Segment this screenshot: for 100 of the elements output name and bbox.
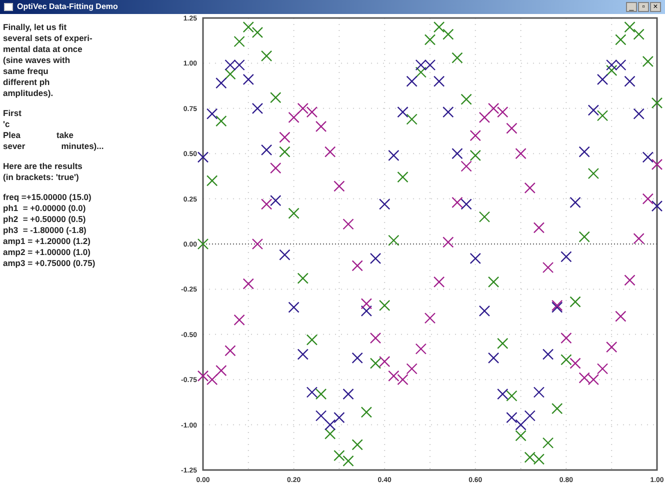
data-point-marker <box>542 437 554 448</box>
data-point-marker <box>542 262 554 273</box>
data-point-marker <box>370 358 381 369</box>
data-point-marker <box>624 274 636 286</box>
data-point-marker <box>552 403 563 414</box>
text-line: ph1 = +0.00000 (0.0) <box>3 203 86 214</box>
data-point-marker <box>479 211 490 222</box>
app-icon <box>4 3 13 11</box>
data-point-marker <box>570 197 581 208</box>
data-point-marker <box>361 305 372 316</box>
data-point-marker <box>370 332 381 344</box>
data-point-marker <box>416 66 426 78</box>
data-point-marker <box>352 260 363 272</box>
text-line: ph3 = -1.80000 (-1.8) <box>3 225 86 236</box>
data-point-marker <box>506 122 518 134</box>
data-point-marker <box>652 200 662 212</box>
data-point-marker <box>279 249 290 260</box>
data-point-marker <box>198 238 208 250</box>
text-line: sever <box>3 141 26 152</box>
data-point-marker <box>234 36 245 47</box>
data-point-marker <box>524 182 536 194</box>
data-point-marker <box>488 276 499 288</box>
data-point-marker <box>606 60 618 70</box>
data-point-marker <box>242 74 254 85</box>
data-point-marker <box>306 334 318 346</box>
data-point-marker <box>434 276 444 288</box>
data-point-marker <box>234 314 245 326</box>
data-point-marker <box>534 454 544 465</box>
data-point-marker <box>342 456 354 466</box>
data-point-marker <box>615 60 626 70</box>
data-point-marker <box>452 197 463 208</box>
data-point-marker <box>406 114 418 125</box>
data-point-marker <box>206 175 218 186</box>
data-point-marker <box>361 298 372 310</box>
text-line: ph2 = +0.50000 (0.5) <box>3 214 86 225</box>
window-control-button[interactable]: × <box>650 2 661 12</box>
data-point-marker <box>479 112 490 123</box>
data-point-marker <box>652 98 662 108</box>
data-point-marker <box>270 92 282 103</box>
data-point-marker <box>224 68 236 80</box>
text-line: take <box>56 130 74 141</box>
data-point-marker <box>406 76 418 87</box>
data-point-marker <box>424 60 436 70</box>
data-point-marker <box>515 430 526 442</box>
data-point-marker <box>515 148 526 160</box>
data-point-marker <box>352 439 363 450</box>
data-point-marker <box>615 310 626 322</box>
data-point-marker <box>297 348 308 360</box>
text-line: freq =+15.00000 (15.0) <box>3 192 92 203</box>
text-line: Here are the results <box>3 161 82 172</box>
data-point-marker <box>379 356 390 367</box>
text-line: amp1 = +1.20000 (1.2) <box>3 236 90 247</box>
data-point-marker <box>316 388 326 400</box>
data-point-marker <box>652 159 662 170</box>
data-point-marker <box>242 278 254 290</box>
data-point-marker <box>615 34 626 46</box>
data-point-marker <box>442 236 454 248</box>
data-point-marker <box>452 52 463 64</box>
data-point-marker <box>560 354 572 366</box>
data-point-marker <box>261 144 272 156</box>
data-point-marker <box>406 363 418 374</box>
data-point-marker <box>624 76 636 87</box>
data-point-marker <box>261 198 272 210</box>
window-title: OptiVec Data-Fitting Demo <box>17 3 118 11</box>
data-point-marker <box>342 388 354 400</box>
data-point-marker <box>633 233 644 244</box>
data-point-marker <box>397 172 408 183</box>
window-control-button[interactable]: ▫ <box>638 2 649 12</box>
data-point-marker <box>279 132 290 143</box>
data-point-marker <box>606 65 618 76</box>
data-point-marker <box>534 222 544 234</box>
data-point-marker <box>270 162 282 174</box>
data-point-marker <box>488 102 499 114</box>
data-point-marker <box>306 106 318 118</box>
data-point-marker <box>252 102 263 114</box>
text-line: Finally, let us fit <box>3 22 67 33</box>
data-point-marker <box>297 272 308 284</box>
data-point-marker <box>578 146 590 158</box>
window-control-button[interactable]: _ <box>626 2 637 12</box>
data-point-marker <box>506 390 518 402</box>
text-line: mental data at once <box>3 44 82 55</box>
data-point-marker <box>560 332 572 344</box>
data-point-marker <box>288 208 300 219</box>
data-point-marker <box>206 108 218 120</box>
data-point-marker <box>524 410 536 422</box>
data-point-marker <box>206 374 218 386</box>
data-point-marker <box>578 231 590 242</box>
data-point-marker <box>416 60 426 70</box>
data-point-marker <box>470 150 481 161</box>
data-point-marker <box>198 152 208 163</box>
data-point-marker <box>379 198 390 210</box>
data-point-marker <box>479 305 490 316</box>
data-point-marker <box>324 146 336 158</box>
data-point-marker <box>434 76 444 87</box>
data-point-marker <box>524 452 536 463</box>
data-point-marker <box>416 343 426 354</box>
data-point-marker <box>570 358 581 369</box>
text-line: (in brackets: 'true') <box>3 172 79 183</box>
data-point-marker <box>578 372 590 384</box>
data-point-marker <box>460 94 472 105</box>
